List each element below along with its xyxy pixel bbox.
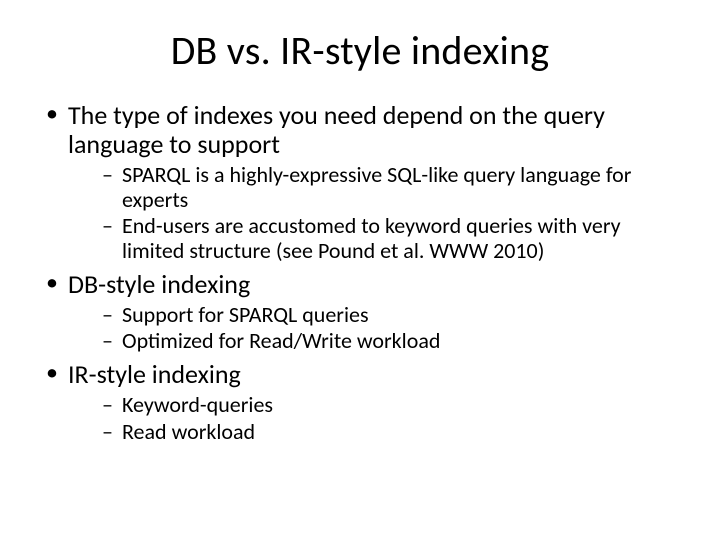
- sub-bullet-text: Read workload: [122, 418, 255, 445]
- slide-title: DB vs. IR-style indexing: [40, 26, 680, 75]
- sub-bullet-text: Support for SPARQL queries: [122, 301, 369, 328]
- bullet-text: DB-style indexing: [68, 268, 250, 300]
- list-item: DB-style indexing Support for SPARQL que…: [46, 270, 680, 354]
- sub-bullet-text: End-users are accustomed to keyword quer…: [122, 212, 621, 264]
- sub-bullet-text: Keyword-queries: [122, 391, 273, 418]
- bullet-text: The type of indexes you need depend on t…: [68, 99, 605, 160]
- sub-bullet-list: Support for SPARQL queries Optimized for…: [68, 303, 680, 354]
- slide: DB vs. IR-style indexing The type of ind…: [0, 0, 720, 540]
- list-item: Read workload: [102, 420, 680, 445]
- list-item: Support for SPARQL queries: [102, 303, 680, 328]
- list-item: SPARQL is a highly-expressive SQL-like q…: [102, 163, 680, 212]
- list-item: End-users are accustomed to keyword quer…: [102, 214, 680, 263]
- sub-bullet-list: SPARQL is a highly-expressive SQL-like q…: [68, 163, 680, 264]
- sub-bullet-text: SPARQL is a highly-expressive SQL-like q…: [122, 161, 631, 213]
- sub-bullet-list: Keyword-queries Read workload: [68, 393, 680, 444]
- bullet-text: IR-style indexing: [68, 358, 241, 390]
- list-item: Optimized for Read/Write workload: [102, 329, 680, 354]
- sub-bullet-text: Optimized for Read/Write workload: [122, 327, 440, 354]
- list-item: IR-style indexing Keyword-queries Read w…: [46, 360, 680, 444]
- list-item: The type of indexes you need depend on t…: [46, 101, 680, 264]
- list-item: Keyword-queries: [102, 393, 680, 418]
- bullet-list: The type of indexes you need depend on t…: [40, 101, 680, 444]
